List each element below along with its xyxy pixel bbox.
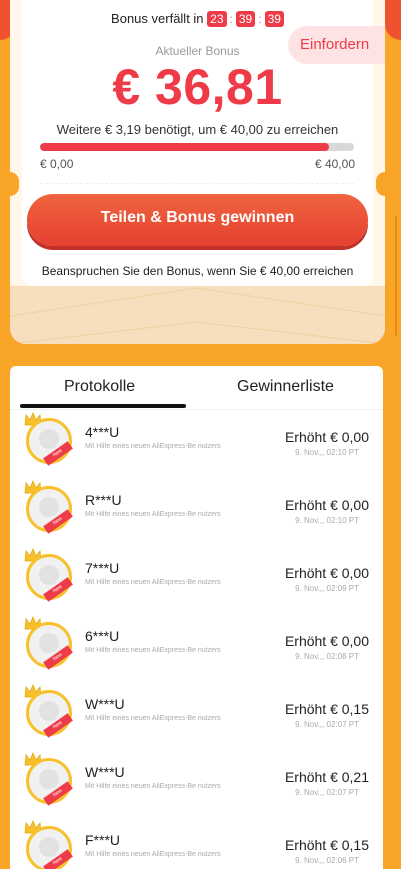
- avatar-placeholder-icon: [39, 429, 59, 449]
- avatar: New: [24, 820, 76, 869]
- bonus-increase-amount: Erhöht € 0,00: [284, 565, 369, 581]
- helper-description: Mit Hilfe eines neuen AliExpress-Be nutz…: [85, 579, 221, 586]
- avatar-image: New: [26, 758, 73, 806]
- bonus-increase-amount: Erhöht € 0,21: [284, 769, 369, 785]
- user-name: F***U: [85, 832, 121, 848]
- bonus-increase-amount: Erhöht € 0,00: [284, 429, 369, 445]
- bonus-increase-amount: Erhöht € 0,00: [284, 633, 369, 649]
- divider: [40, 183, 354, 184]
- record-timestamp: 9. Nov.,, 02:10 PT: [295, 448, 359, 457]
- record-timestamp: 9. Nov.,, 02:07 PT: [295, 788, 359, 797]
- envelope-flap: [10, 286, 385, 344]
- user-name: 7***U: [85, 560, 120, 576]
- card-notch-right: [376, 172, 385, 196]
- progress-max-label: € 40,00: [314, 157, 355, 171]
- avatar-placeholder-icon: [39, 837, 59, 857]
- record-timestamp: 9. Nov.,, 02:09 PT: [295, 584, 359, 593]
- bonus-increase-amount: Erhöht € 0,15: [284, 837, 369, 853]
- avatar: New: [24, 480, 76, 538]
- bonus-label: Aktueller Bonus: [155, 44, 240, 58]
- timer-colon: :: [229, 11, 233, 26]
- progress-min-label: € 0,00: [40, 157, 74, 171]
- avatar-image: New: [26, 554, 73, 602]
- bonus-increase-amount: Erhöht € 0,15: [284, 701, 369, 717]
- user-name: R***U: [85, 492, 122, 508]
- helper-description: Mit Hilfe eines neuen AliExpress-Be nutz…: [85, 851, 221, 858]
- scrollbar[interactable]: [395, 216, 397, 336]
- helper-description: Mit Hilfe eines neuen AliExpress-Be nutz…: [85, 715, 221, 722]
- avatar-image: New: [26, 622, 73, 670]
- tab-bar: Protokolle Gewinnerliste: [10, 366, 383, 410]
- bonus-value: € 36,81: [112, 59, 283, 115]
- list-item: New R***U Mit Hilfe eines neuen AliExpress…: [10, 480, 383, 548]
- user-name: 6***U: [85, 628, 120, 644]
- decor-corner-right: [385, 0, 401, 40]
- avatar-placeholder-icon: [39, 769, 59, 789]
- avatar: New: [24, 616, 76, 674]
- record-timestamp: 9. Nov.,, 02:08 PT: [295, 652, 359, 661]
- active-tab-indicator: [20, 404, 186, 408]
- avatar-placeholder-icon: [39, 497, 59, 517]
- avatar: New: [24, 548, 76, 606]
- avatar-placeholder-icon: [39, 701, 59, 721]
- user-name: 4***U: [85, 424, 120, 440]
- card-notch-left: [10, 172, 19, 196]
- avatar-placeholder-icon: [39, 633, 59, 653]
- helper-description: Mit Hilfe eines neuen AliExpress-Be nutz…: [85, 443, 221, 450]
- bonus-progress-fill: [40, 143, 329, 151]
- timer-seconds: 39: [264, 10, 284, 27]
- timer-hours: 23: [207, 10, 227, 27]
- avatar-image: New: [26, 418, 73, 466]
- avatar-image: New: [26, 486, 73, 534]
- list-item: New F***U Mit Hilfe eines neuen AliExpress…: [10, 820, 383, 869]
- bonus-progress-bar: [40, 143, 354, 151]
- helper-description: Mit Hilfe eines neuen AliExpress-Be nutz…: [85, 647, 221, 654]
- record-timestamp: 9. Nov.,, 02:10 PT: [295, 516, 359, 525]
- list-item: New 7***U Mit Hilfe eines neuen AliExpress…: [10, 548, 383, 616]
- avatar: New: [24, 752, 76, 810]
- helper-description: Mit Hilfe eines neuen AliExpress-Be nutz…: [85, 511, 221, 518]
- tab-protokolle[interactable]: Protokolle: [64, 378, 135, 396]
- timer-minutes: 39: [235, 10, 256, 27]
- bonus-timer: Bonus verfällt in 23:39:39: [10, 10, 385, 27]
- record-timestamp: 9. Nov.,, 02:07 PT: [295, 720, 359, 729]
- timer-label: Bonus verfällt in: [111, 11, 204, 27]
- list-item: New 6***U Mit Hilfe eines neuen AliExpress…: [10, 616, 383, 684]
- avatar-placeholder-icon: [39, 565, 59, 585]
- records-panel: Protokolle Gewinnerliste New 4***U Mit Hil…: [10, 366, 383, 869]
- needed-amount-text: Weitere € 3,19 benötigt, um € 40,00 zu e…: [56, 122, 339, 137]
- user-name: W***U: [85, 696, 125, 712]
- avatar-image: New: [26, 690, 73, 738]
- avatar-image: New: [26, 826, 73, 869]
- list-item: New W***U Mit Hilfe eines neuen AliExpress…: [10, 684, 383, 752]
- record-timestamp: 9. Nov.,, 02:06 PT: [295, 856, 359, 865]
- bonus-card: Bonus verfällt in 23:39:39 Einfordern Ak…: [10, 0, 385, 344]
- bonus-increase-amount: Erhöht € 0,00: [284, 497, 369, 513]
- avatar: New: [24, 412, 76, 470]
- share-and-win-button[interactable]: Teilen & Bonus gewinnen: [27, 194, 368, 246]
- avatar: New: [24, 684, 76, 742]
- list-item: New 4***U Mit Hilfe eines neuen AliExpress…: [10, 412, 383, 480]
- user-name: W***U: [85, 764, 125, 780]
- claim-condition-note: Beanspruchen Sie den Bonus, wenn Sie € 4…: [41, 264, 354, 278]
- list-item: New W***U Mit Hilfe eines neuen AliExpress…: [10, 752, 383, 820]
- tab-gewinnerliste[interactable]: Gewinnerliste: [237, 378, 334, 396]
- timer-colon: :: [258, 11, 262, 26]
- helper-description: Mit Hilfe eines neuen AliExpress-Be nutz…: [85, 783, 221, 790]
